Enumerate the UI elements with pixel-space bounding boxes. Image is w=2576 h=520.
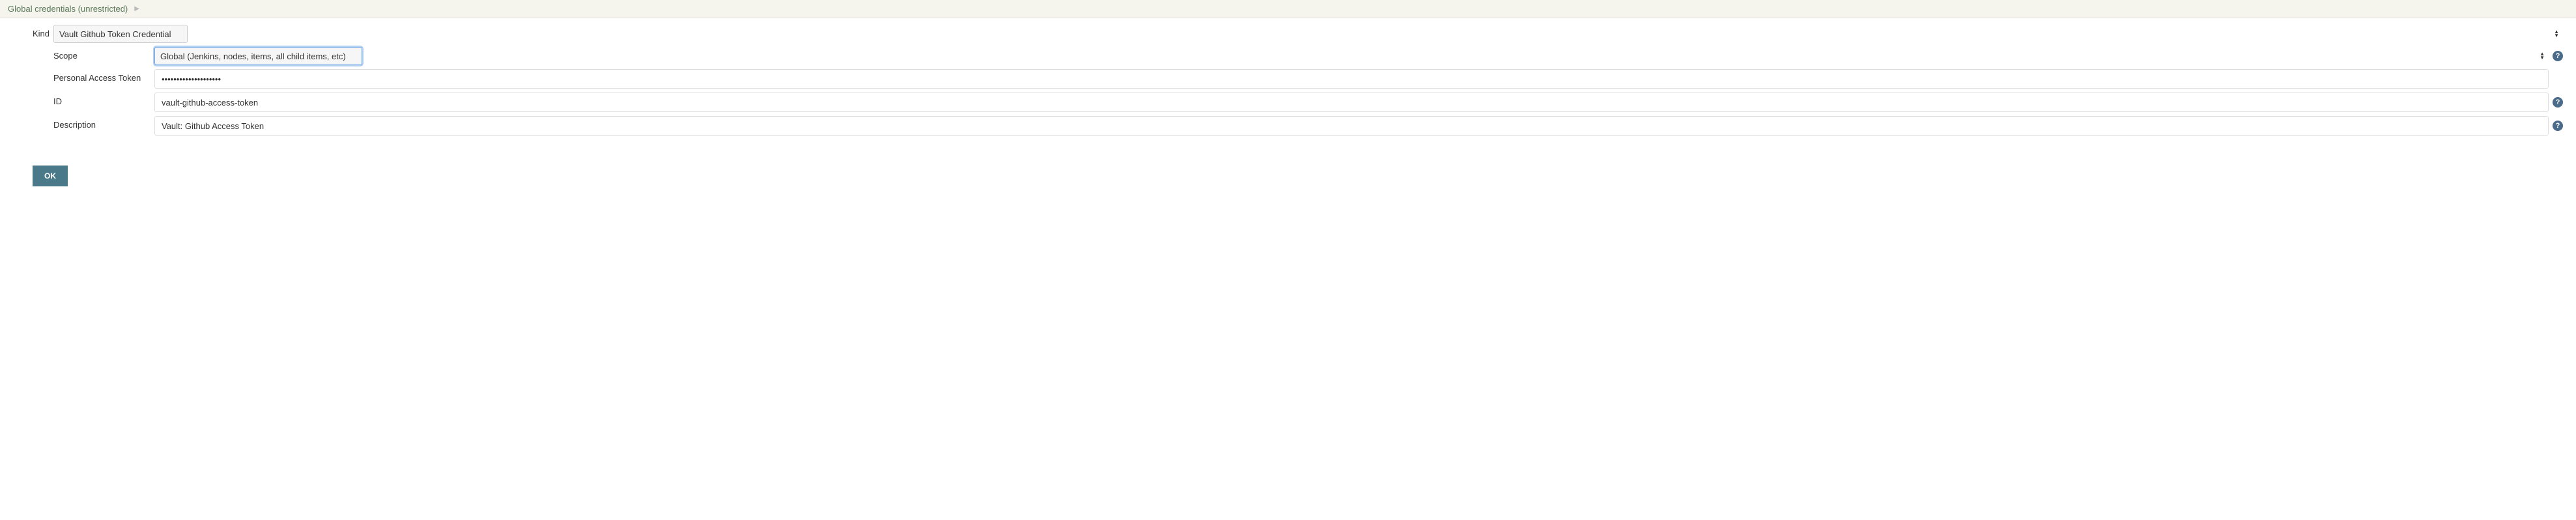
- breadcrumb-separator-icon: ▶: [134, 5, 139, 12]
- id-input[interactable]: [154, 93, 2549, 112]
- description-label: Description: [53, 116, 154, 130]
- scope-label: Scope: [53, 47, 154, 61]
- description-input[interactable]: [154, 116, 2549, 136]
- chevron-updown-icon: ▲▼: [2540, 52, 2545, 60]
- scope-select[interactable]: Global (Jenkins, nodes, items, all child…: [154, 47, 362, 65]
- credentials-form: Kind Vault Github Token Credential ▲▼ Sc…: [0, 18, 2576, 193]
- form-row-personal-access-token: Personal Access Token: [33, 69, 2563, 89]
- form-row-scope: Scope Global (Jenkins, nodes, items, all…: [33, 47, 2563, 65]
- breadcrumb: Global credentials (unrestricted) ▶: [0, 0, 2576, 18]
- kind-label: Kind: [33, 25, 53, 38]
- kind-select[interactable]: Vault Github Token Credential: [53, 25, 188, 43]
- form-row-description: Description ?: [33, 116, 2563, 136]
- help-icon[interactable]: ?: [2553, 121, 2563, 131]
- help-icon[interactable]: ?: [2553, 51, 2563, 61]
- personal-access-token-label: Personal Access Token: [53, 69, 154, 83]
- id-label: ID: [53, 93, 154, 106]
- chevron-updown-icon: ▲▼: [2554, 30, 2559, 38]
- form-row-id: ID ?: [33, 93, 2563, 112]
- personal-access-token-input[interactable]: [154, 69, 2549, 89]
- help-icon[interactable]: ?: [2553, 97, 2563, 108]
- ok-button[interactable]: OK: [33, 166, 68, 186]
- form-row-kind: Kind Vault Github Token Credential ▲▼: [33, 25, 2563, 43]
- breadcrumb-link-global-credentials[interactable]: Global credentials (unrestricted): [8, 4, 128, 14]
